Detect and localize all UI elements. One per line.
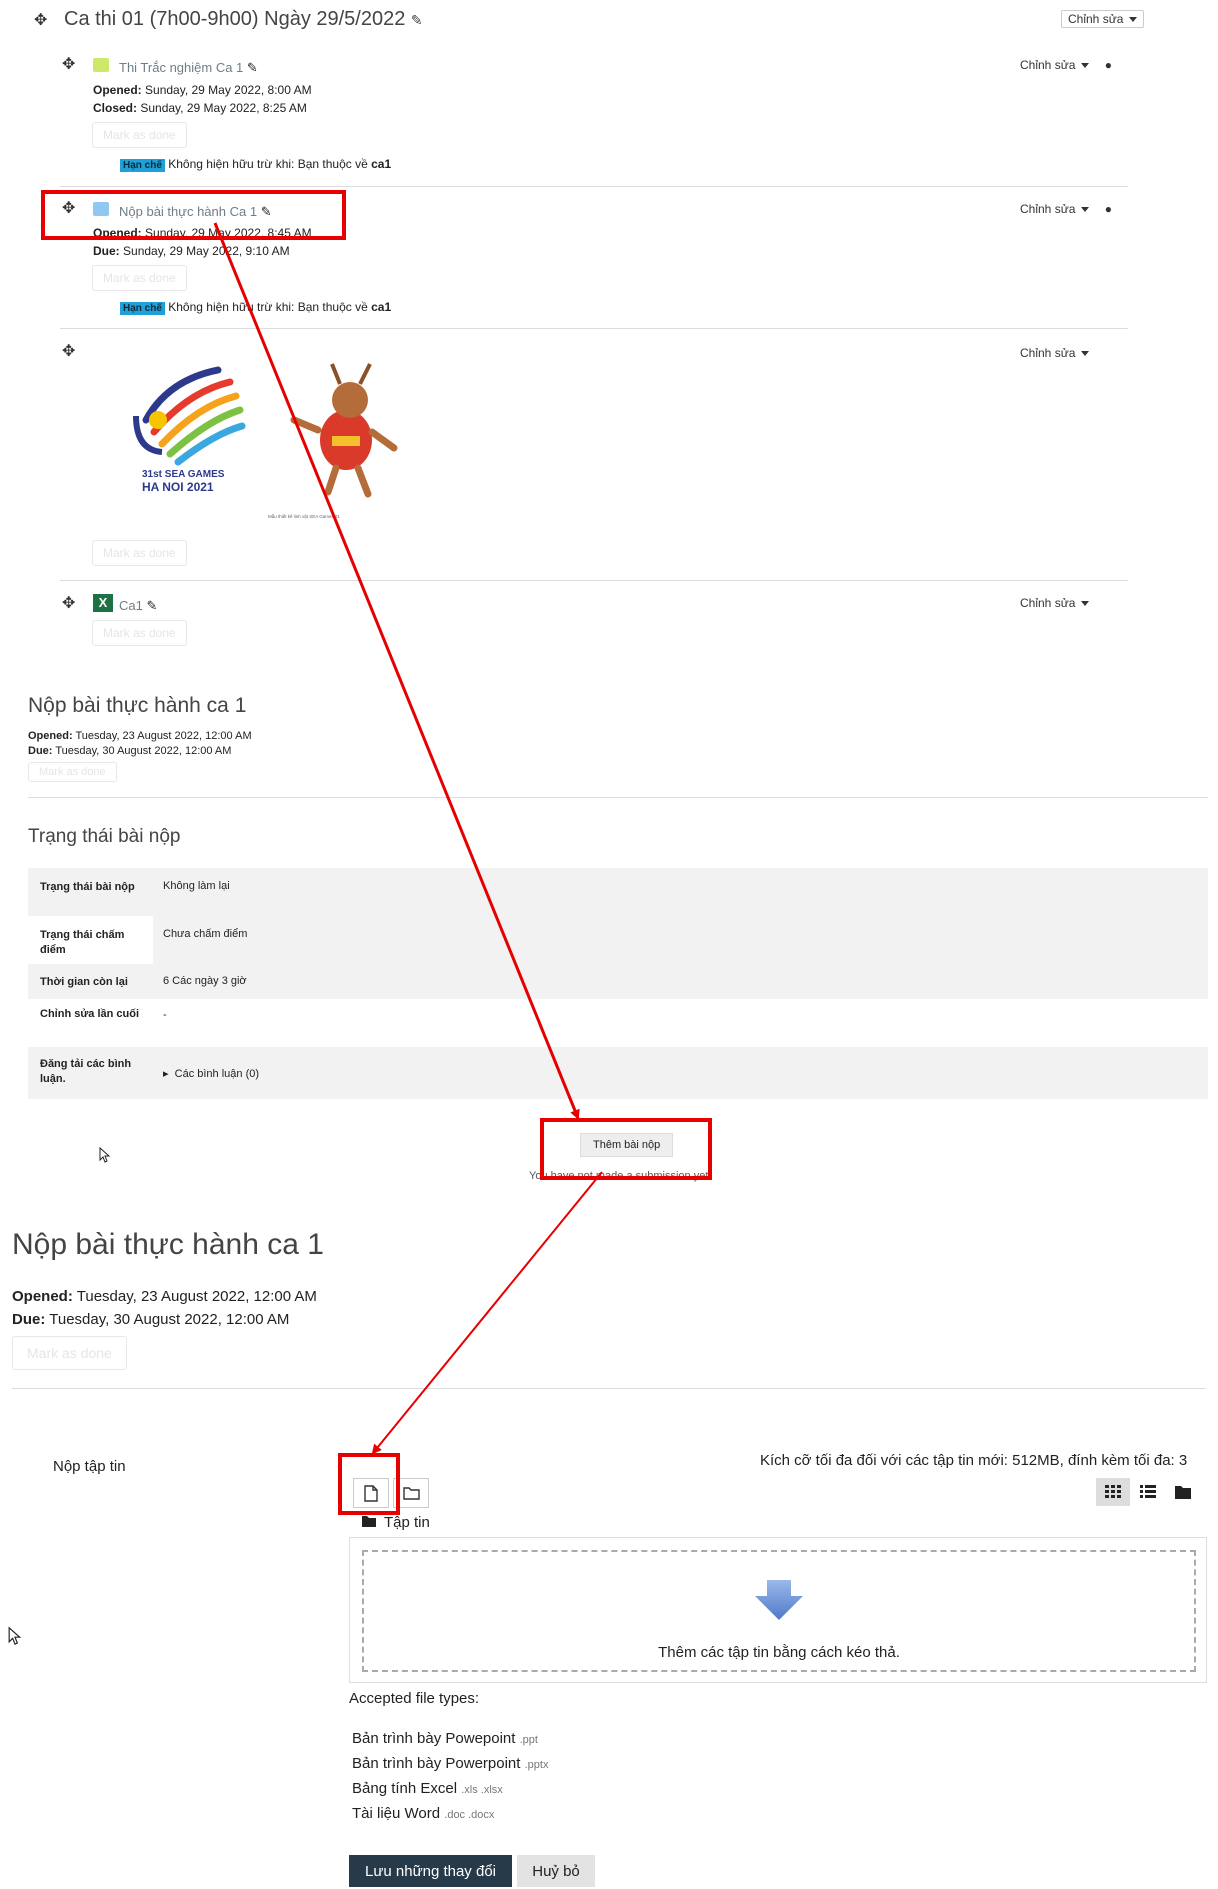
file-limit-text: Kích cỡ tối đa đối với các tập tin mới: … (760, 1452, 1188, 1469)
accepted-title: Accepted file types: (349, 1690, 480, 1707)
mark-as-done-button[interactable]: Mark as done (92, 620, 187, 646)
assignment-title: Nộp bài thực hành ca 1 (12, 1228, 324, 1261)
file-type-item: Bảng tính Excel .xls .xlsx (352, 1780, 503, 1797)
mark-as-done-button[interactable]: Mark as done (92, 540, 187, 566)
comments-toggle[interactable]: ▸ Các bình luận (0) (163, 1067, 259, 1080)
file-submission-label: Nộp tập tin (53, 1458, 126, 1475)
folder-solid-icon (362, 1516, 376, 1527)
move-icon[interactable]: ✥ (62, 596, 75, 612)
status-row: Trạng thái chấm điểm Chưa chấm điểm (28, 916, 1208, 964)
mark-as-done-button[interactable]: Mark as done (28, 762, 117, 782)
activity-title-link[interactable]: Thi Trắc nghiệm Ca 1 ✎ (119, 60, 258, 76)
assignment-dates: Opened: Tuesday, 23 August 2022, 12:00 A… (12, 1288, 317, 1328)
sea-games-image: 31st SEA GAMES HA NOI 2021 Mẫu thiết kế … (118, 340, 440, 536)
grid-icon (1105, 1485, 1121, 1498)
divider (12, 1388, 1206, 1389)
section-title-text: Ca thi 01 (7h00-9h00) Ngày 29/5/2022 (64, 8, 406, 30)
restriction-info: Hạn chế Không hiện hữu trừ khi: Bạn thuộ… (120, 157, 391, 172)
folder-path[interactable]: Tập tin (362, 1514, 430, 1531)
activity-edit-menu[interactable]: Chỉnh sửa ● (1020, 58, 1112, 72)
drop-zone[interactable]: Thêm các tập tin bằng cách kéo thả. (362, 1550, 1196, 1672)
mark-as-done-button[interactable]: Mark as done (12, 1336, 127, 1370)
pencil-icon[interactable]: ✎ (411, 12, 423, 28)
section-edit-button[interactable]: Chỉnh sửa (1061, 10, 1145, 28)
logo-text-line1: 31st SEA GAMES (142, 469, 225, 480)
divider (28, 797, 1208, 798)
user-icon[interactable]: ● (1105, 58, 1112, 72)
divider (60, 186, 1128, 187)
status-row: Trạng thái bài nộp Không làm lại (28, 868, 1208, 916)
file-type-item: Bản trình bày Powerpoint .pptx (352, 1755, 549, 1772)
file-type-item: Bản trình bày Powepoint .ppt (352, 1730, 538, 1747)
cancel-button[interactable]: Huỷ bỏ (517, 1855, 595, 1887)
pencil-icon[interactable]: ✎ (146, 598, 157, 613)
quiz-icon (93, 58, 109, 72)
folder-solid-icon (1175, 1486, 1191, 1499)
assignment-dates-small: Opened: Tuesday, 23 August 2022, 12:00 A… (28, 730, 252, 757)
status-row: Thời gian còn lại 6 Các ngày 3 giờ (28, 964, 1208, 999)
mark-as-done-button[interactable]: Mark as done (92, 265, 187, 291)
activity-edit-menu[interactable]: Chỉnh sửa (1020, 346, 1090, 360)
cursor-icon (99, 1147, 111, 1163)
cursor-icon (8, 1626, 22, 1645)
move-icon[interactable]: ✥ (62, 344, 75, 360)
highlight-box (540, 1118, 712, 1180)
highlight-box (338, 1453, 400, 1515)
view-icons-button[interactable] (1096, 1478, 1130, 1506)
move-icon[interactable]: ✥ (62, 57, 75, 73)
drop-arrow-icon (755, 1580, 803, 1620)
activity-dates: Opened: Sunday, 29 May 2022, 8:00 AM Clo… (93, 83, 312, 115)
save-changes-button[interactable]: Lưu những thay đổi (349, 1855, 512, 1887)
divider (60, 328, 1128, 329)
view-tree-button[interactable] (1166, 1478, 1200, 1506)
mascot-caption: Mẫu thiết kế linh vật SEA Games 31 (268, 513, 341, 519)
restriction-badge: Hạn chế (120, 159, 165, 172)
drop-text: Thêm các tập tin bằng cách kéo thả. (658, 1644, 900, 1661)
move-icon[interactable]: ✥ (34, 13, 47, 29)
arrow-2 (371, 1171, 603, 1455)
view-list-button[interactable] (1131, 1478, 1165, 1506)
mascot (290, 363, 398, 498)
section-title: Ca thi 01 (7h00-9h00) Ngày 29/5/2022 ✎ (64, 8, 423, 31)
folder-icon (402, 1487, 420, 1500)
status-heading: Trạng thái bài nộp (28, 826, 181, 847)
pencil-icon[interactable]: ✎ (247, 60, 258, 75)
status-row: Đăng tải các bình luận. ▸ Các bình luận … (28, 1047, 1208, 1099)
status-row: Chỉnh sửa lần cuối - (40, 1008, 167, 1021)
accepted-types-list: Bản trình bày Powepoint .ppt Bản trình b… (352, 1727, 548, 1827)
assignment-title-small: Nộp bài thực hành ca 1 (28, 694, 247, 717)
divider (60, 580, 1128, 581)
user-icon[interactable]: ● (1105, 202, 1112, 216)
activity-edit-menu[interactable]: Chỉnh sửa (1020, 596, 1090, 610)
mark-as-done-button[interactable]: Mark as done (92, 122, 187, 148)
list-icon (1140, 1485, 1156, 1498)
excel-icon: X (93, 594, 113, 612)
activity-edit-menu[interactable]: Chỉnh sửa ● (1020, 202, 1112, 216)
logo-text-line2: HA NOI 2021 (142, 480, 214, 494)
restriction-badge: Hạn chế (120, 302, 165, 315)
activity-title-link[interactable]: Ca1 ✎ (119, 598, 157, 614)
file-type-item: Tài liệu Word .doc .docx (352, 1805, 495, 1822)
highlight-box (41, 190, 346, 240)
restriction-info: Hạn chế Không hiện hữu trừ khi: Bạn thuộ… (120, 300, 391, 315)
